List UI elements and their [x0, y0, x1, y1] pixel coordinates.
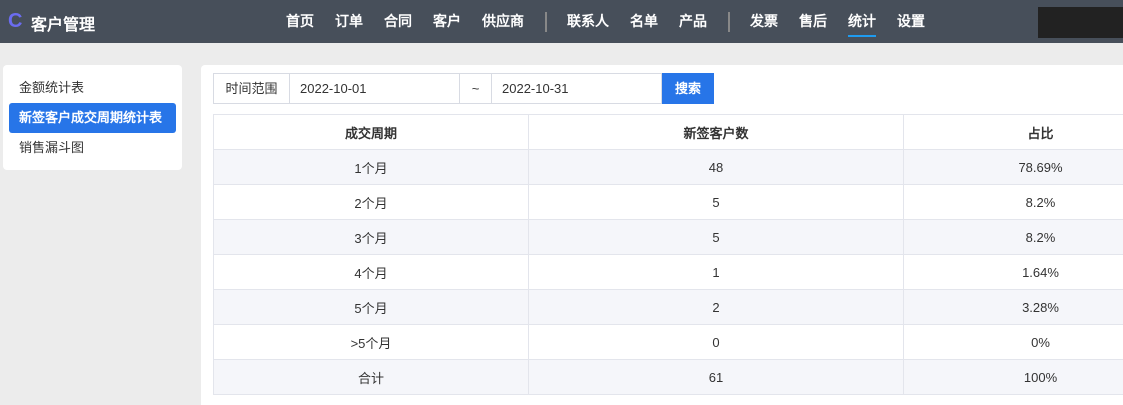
table-cell: 8.2%	[903, 219, 1123, 255]
nav-item-首页[interactable]: 首页	[286, 0, 314, 43]
range-separator: ~	[460, 73, 492, 104]
table-row: 5个月 2 3.28%	[213, 289, 1123, 325]
column-header: 新签客户数	[528, 114, 904, 150]
search-button[interactable]: 搜索	[662, 73, 714, 104]
nav-item-统计[interactable]: 统计	[848, 0, 876, 43]
nav-item-客户[interactable]: 客户	[433, 0, 461, 43]
table-cell: >5个月	[213, 324, 529, 360]
time-range-label: 时间范围	[213, 73, 290, 104]
nav-item-名单[interactable]: 名单	[630, 0, 658, 43]
end-date-input[interactable]: 2022-10-31	[492, 73, 662, 104]
top-header: C 客户管理 首页 订单 合同 客户 供应商 联系人 名单 产品 发票 售后 统计 设置	[0, 0, 1123, 43]
table-cell: 0	[528, 324, 904, 360]
main-nav: 首页 订单 合同 客户 供应商 联系人 名单 产品 发票 售后 统计 设置	[286, 0, 946, 43]
table-cell: 0%	[903, 324, 1123, 360]
table-cell: 8.2%	[903, 184, 1123, 220]
table-cell: 2个月	[213, 184, 529, 220]
app-title: 客户管理	[31, 17, 96, 34]
column-header: 成交周期	[213, 114, 529, 150]
sidebar: 金额统计表 新签客户成交周期统计表 销售漏斗图	[3, 65, 182, 170]
table-cell: 1	[528, 254, 904, 290]
stats-table: 成交周期 新签客户数 占比 1个月 48 78.69% 2个月 5 8.2% 3个月 5 8.2% 4…	[213, 114, 1123, 395]
date-range-search: 时间范围 2022-10-01 ~ 2022-10-31 搜索	[213, 73, 714, 104]
table-cell: 78.69%	[903, 149, 1123, 185]
table-cell: 1.64%	[903, 254, 1123, 290]
table-cell: 1个月	[213, 149, 529, 185]
sidebar-item[interactable]: 新签客户成交周期统计表	[9, 103, 176, 133]
table-cell: 61	[528, 359, 904, 395]
nav-divider	[728, 11, 730, 32]
user-area[interactable]	[1038, 7, 1123, 38]
table-cell: 5	[528, 184, 904, 220]
nav-item-联系人[interactable]: 联系人	[567, 0, 609, 43]
nav-item-合同[interactable]: 合同	[384, 0, 412, 43]
table-cell: 4个月	[213, 254, 529, 290]
start-date-input[interactable]: 2022-10-01	[290, 73, 460, 104]
main-panel: 时间范围 2022-10-01 ~ 2022-10-31 搜索 成交周期 新签客户…	[201, 65, 1123, 405]
table-cell: 48	[528, 149, 904, 185]
nav-item-发票[interactable]: 发票	[750, 0, 778, 43]
table-row: 3个月 5 8.2%	[213, 219, 1123, 255]
table-cell: 3.28%	[903, 289, 1123, 325]
table-cell: 2	[528, 289, 904, 325]
nav-item-订单[interactable]: 订单	[335, 0, 363, 43]
column-header: 占比	[903, 114, 1123, 150]
sidebar-item[interactable]: 金额统计表	[9, 73, 176, 103]
table-cell: 3个月	[213, 219, 529, 255]
table-cell: 5	[528, 219, 904, 255]
nav-item-售后[interactable]: 售后	[799, 0, 827, 43]
nav-divider	[545, 11, 547, 32]
sidebar-item[interactable]: 销售漏斗图	[9, 133, 176, 163]
nav-item-设置[interactable]: 设置	[897, 0, 925, 43]
table-cell: 5个月	[213, 289, 529, 325]
table-cell: 100%	[903, 359, 1123, 395]
table-row: 1个月 48 78.69%	[213, 149, 1123, 185]
table-row: 合计 61 100%	[213, 359, 1123, 395]
table-header-row: 成交周期 新签客户数 占比	[213, 114, 1123, 150]
table-row: 2个月 5 8.2%	[213, 184, 1123, 220]
table-cell: 合计	[213, 359, 529, 395]
table-row: >5个月 0 0%	[213, 324, 1123, 360]
nav-item-供应商[interactable]: 供应商	[482, 0, 524, 43]
nav-item-产品[interactable]: 产品	[679, 0, 707, 43]
logo-icon: C	[8, 10, 23, 32]
table-row: 4个月 1 1.64%	[213, 254, 1123, 290]
